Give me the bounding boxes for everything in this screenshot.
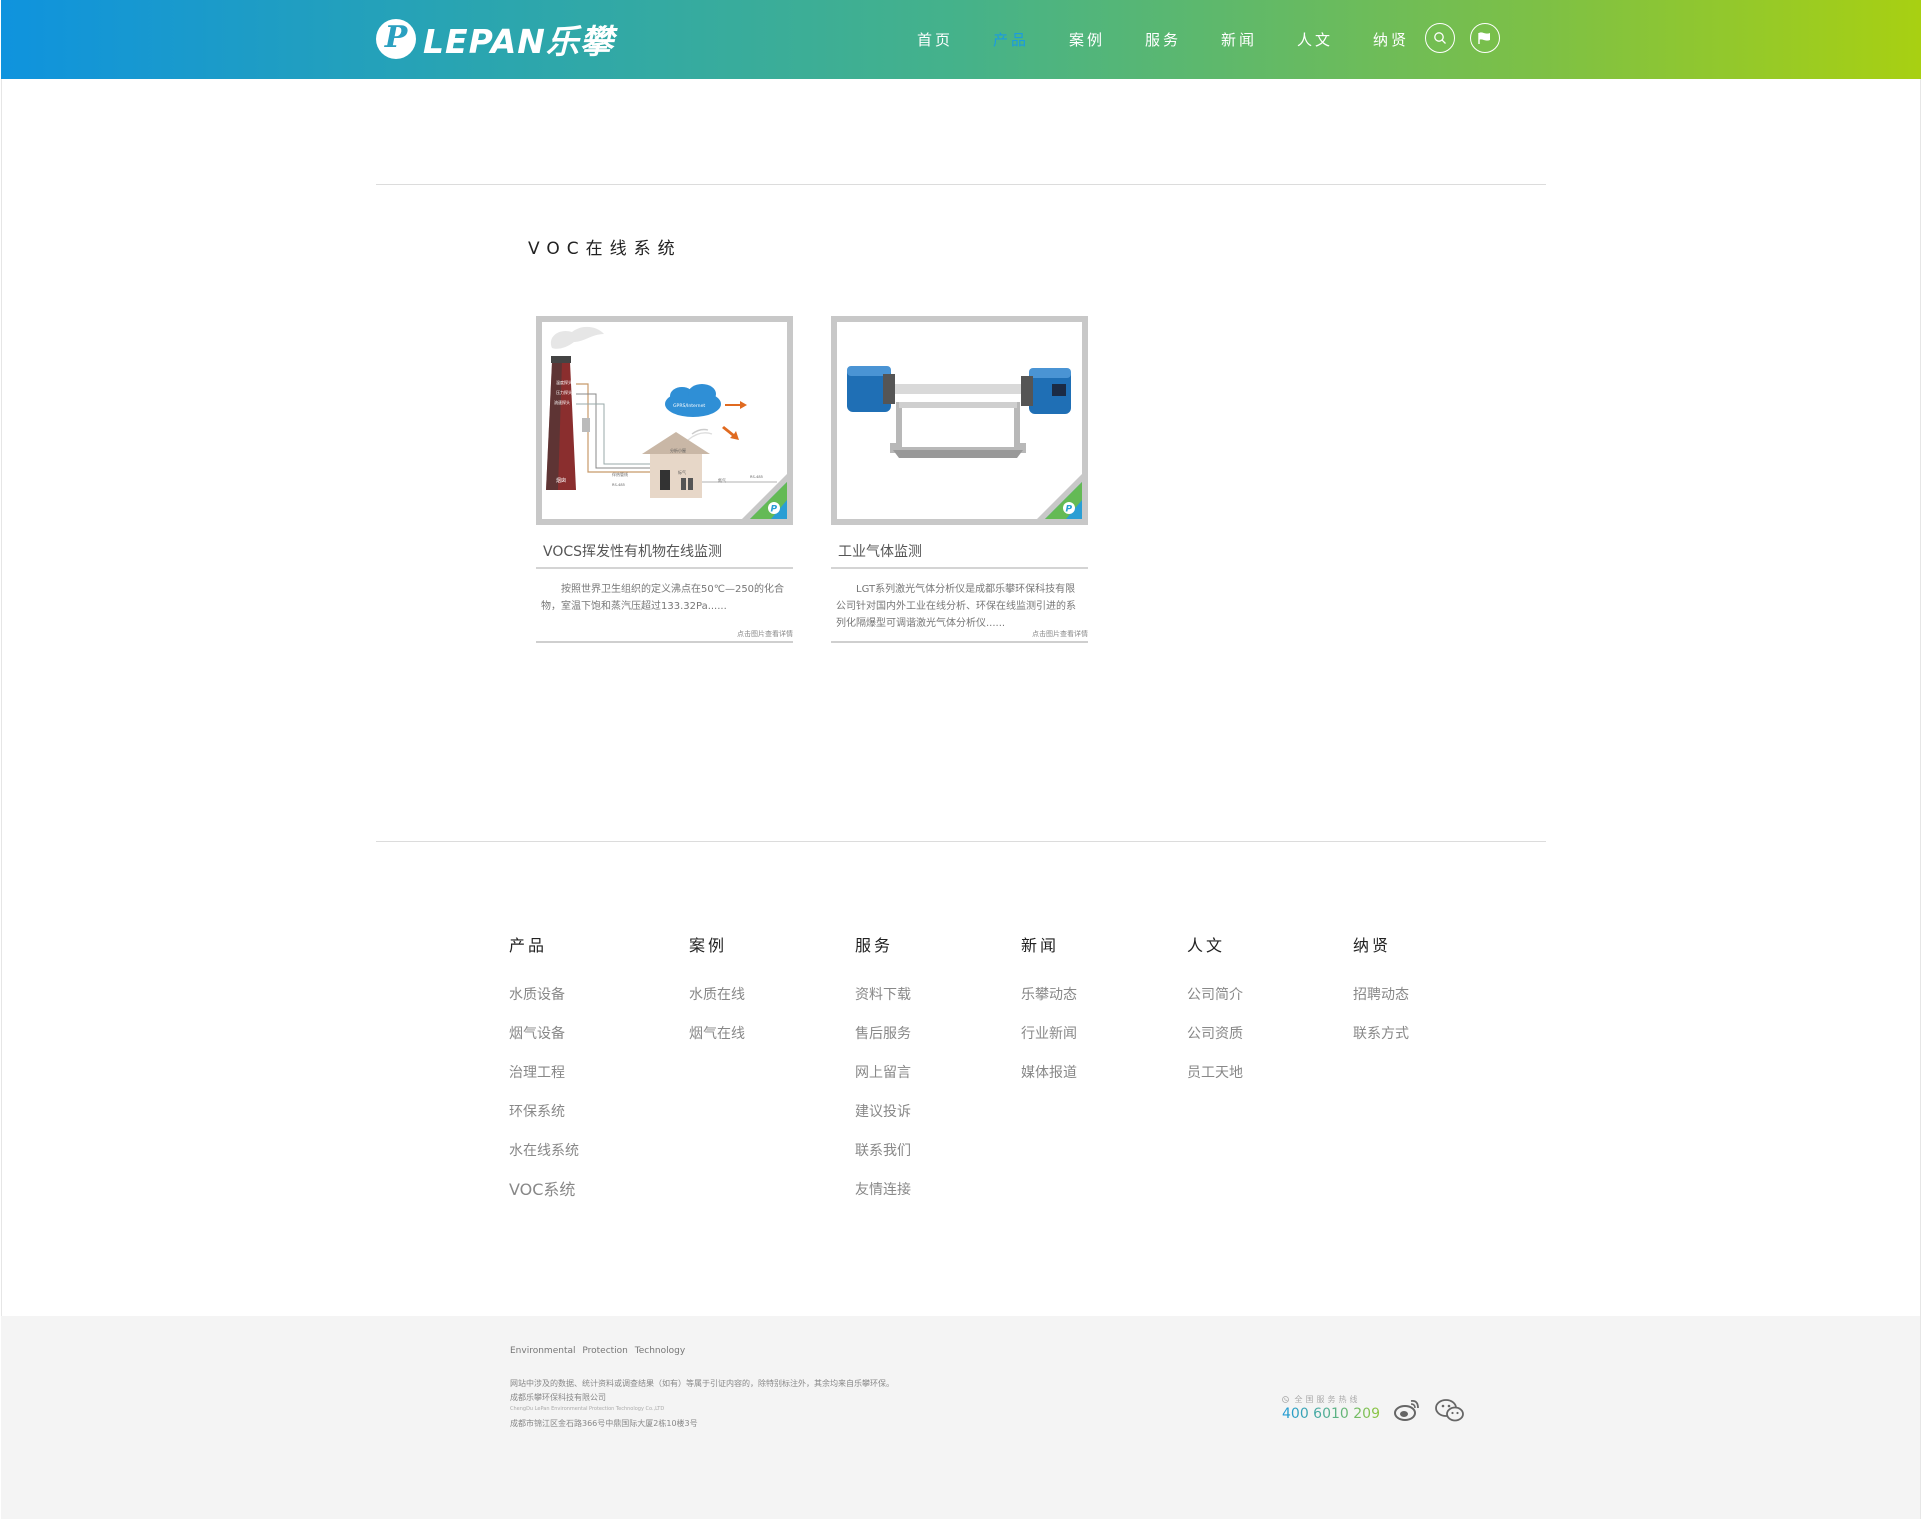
svg-text:P: P (771, 505, 778, 515)
stack-label: 压力探头 (556, 389, 572, 395)
footer-heading[interactable]: 新闻 (1021, 932, 1077, 956)
hotline-label: 全国服务热线 (1282, 1394, 1380, 1405)
nav-home[interactable]: 首页 (897, 29, 973, 50)
footer-link[interactable]: 联系方式 (1353, 1023, 1409, 1062)
footer-link[interactable]: 售后服务 (855, 1023, 911, 1062)
tagline: Environmental Protection Technology (510, 1346, 686, 1356)
footer-link[interactable]: 友情连接 (855, 1179, 911, 1218)
main-nav: 首页 产品 案例 服务 新闻 人文 纳贤 (897, 0, 1429, 79)
company-name-en: ChengDu LePan Environmental Protection T… (510, 1406, 665, 1412)
house-label: 分析小屋 (670, 447, 686, 453)
nav-culture[interactable]: 人文 (1277, 29, 1353, 50)
cloud-label: GPRS/Internet (673, 403, 705, 409)
category-title: VOC在线系统 (528, 239, 682, 259)
line-label: 伴热管线 (612, 471, 628, 477)
footer-heading[interactable]: 服务 (855, 932, 911, 956)
footer-link[interactable]: 烟气在线 (689, 1023, 745, 1062)
nav-products[interactable]: 产品 (973, 29, 1049, 50)
laser-analyzer-image: P (847, 366, 1082, 519)
footer-link[interactable]: 资料下载 (855, 984, 911, 1023)
footer-heading[interactable]: 产品 (509, 932, 579, 956)
search-button[interactable] (1425, 23, 1455, 53)
nav-service[interactable]: 服务 (1125, 29, 1201, 50)
wechat-icon[interactable] (1435, 1398, 1465, 1424)
phone-icon (1282, 1396, 1289, 1403)
footer-column-cases: 案例 水质在线 烟气在线 (689, 932, 745, 1062)
footer-link[interactable]: 水质设备 (509, 984, 579, 1023)
product-title[interactable]: 工业气体监测 (831, 541, 1088, 569)
stack-label: 烟囱 (556, 477, 566, 484)
product-more-link[interactable]: 点击图片查看详情 (831, 629, 1088, 643)
footer-column-culture: 人文 公司简介 公司资质 员工天地 (1187, 932, 1243, 1101)
footer-link[interactable]: 网上留言 (855, 1062, 911, 1101)
line-label: RS-485 (750, 475, 763, 479)
footer-link[interactable]: 环保系统 (509, 1101, 579, 1140)
footer-band: Environmental Protection Technology 网站中涉… (1, 1316, 1920, 1519)
footer-heading[interactable]: 人文 (1187, 932, 1243, 956)
company-name: 成都乐攀环保科技有限公司 (510, 1393, 606, 1402)
lepan-logo[interactable]: P LEPAN乐攀 (376, 17, 614, 61)
product-card[interactable]: 温度探头 压力探头 流速探头 烟囱 GPRS/Internet 分析小屋 标气 (536, 316, 793, 643)
footer-link[interactable]: 治理工程 (509, 1062, 579, 1101)
social-links (1393, 1398, 1465, 1424)
page-frame (1, 0, 1921, 1519)
footer-link[interactable]: 水在线系统 (509, 1140, 579, 1179)
svg-text:P: P (1066, 505, 1073, 515)
nav-careers[interactable]: 纳贤 (1353, 29, 1429, 50)
search-icon (1434, 32, 1446, 44)
weibo-icon[interactable] (1393, 1398, 1421, 1422)
header-icons (1425, 23, 1500, 53)
product-image-vocs[interactable]: 温度探头 压力探头 流速探头 烟囱 GPRS/Internet 分析小屋 标气 (536, 316, 793, 525)
product-image-laser[interactable]: P (831, 316, 1088, 525)
product-description: 按照世界卫生组织的定义沸点在50℃—250的化合物，室温下饱和蒸汽压超过133.… (541, 584, 785, 612)
nav-cases[interactable]: 案例 (1049, 29, 1125, 50)
footer-link[interactable]: 公司简介 (1187, 984, 1243, 1023)
product-title[interactable]: VOCS挥发性有机物在线监测 (536, 541, 793, 569)
footer-column-careers: 纳贤 招聘动态 联系方式 (1353, 932, 1409, 1062)
stack-label: 流速探头 (554, 399, 570, 405)
footer-column-news: 新闻 乐攀动态 行业新闻 媒体报道 (1021, 932, 1077, 1101)
footer-heading[interactable]: 纳贤 (1353, 932, 1409, 956)
nav-news[interactable]: 新闻 (1201, 29, 1277, 50)
logo-mark-icon: P (376, 19, 416, 59)
footer-heading[interactable]: 案例 (689, 932, 745, 956)
footer-column-service: 服务 资料下载 售后服务 网上留言 建议投诉 联系我们 友情连接 (855, 932, 911, 1218)
top-header: P LEPAN乐攀 首页 产品 案例 服务 新闻 人文 纳贤 (1, 0, 1921, 79)
copyright-notice: 网站中涉及的数据、统计资料或调查结果（如有）等属于引证内容的，除特别标注外，其余… (510, 1379, 894, 1388)
divider-top (376, 184, 1546, 185)
footer-link[interactable]: 建议投诉 (855, 1101, 911, 1140)
language-button[interactable] (1470, 23, 1500, 53)
footer-link[interactable]: 乐攀动态 (1021, 984, 1077, 1023)
company-address: 成都市锦江区金石路366号中鼎国际大厦2栋10楼3号 (510, 1419, 698, 1428)
vocs-diagram: 温度探头 压力探头 流速探头 烟囱 GPRS/Internet 分析小屋 标气 (546, 326, 787, 519)
hotline-label-text: 全国服务热线 (1294, 1395, 1361, 1404)
hotline-number[interactable]: 400 6010 209 (1282, 1406, 1380, 1422)
footer-link[interactable]: VOC系统 (509, 1179, 579, 1218)
line-label: RS-485 (612, 483, 625, 487)
product-description: LGT系列激光气体分析仪是成都乐攀环保科技有限公司针对国内外工业在线分析、环保在… (836, 584, 1076, 629)
logo-text: LEPAN乐攀 (423, 22, 614, 61)
house-label: 标气 (678, 469, 686, 475)
product-card[interactable]: P 工业气体监测 LGT系列激光气体分析仪是成都乐攀环保科技有限公司针对国内外工… (831, 316, 1088, 643)
footer-link[interactable]: 招聘动态 (1353, 984, 1409, 1023)
footer-link[interactable]: 行业新闻 (1021, 1023, 1077, 1062)
footer-link[interactable]: 公司资质 (1187, 1023, 1243, 1062)
product-more-link[interactable]: 点击图片查看详情 (536, 629, 793, 643)
footer-link[interactable]: 媒体报道 (1021, 1062, 1077, 1101)
stack-label: 温度探头 (556, 379, 572, 385)
divider-bottom (376, 841, 1546, 842)
footer-link[interactable]: 烟气设备 (509, 1023, 579, 1062)
line-label: 氮气 (718, 477, 726, 483)
footer-link[interactable]: 水质在线 (689, 984, 745, 1023)
flag-icon (1478, 32, 1490, 44)
footer-link[interactable]: 员工天地 (1187, 1062, 1243, 1101)
hotline: 全国服务热线 400 6010 209 (1282, 1394, 1380, 1422)
footer-link[interactable]: 联系我们 (855, 1140, 911, 1179)
footer-column-products: 产品 水质设备 烟气设备 治理工程 环保系统 水在线系统 VOC系统 (509, 932, 579, 1218)
